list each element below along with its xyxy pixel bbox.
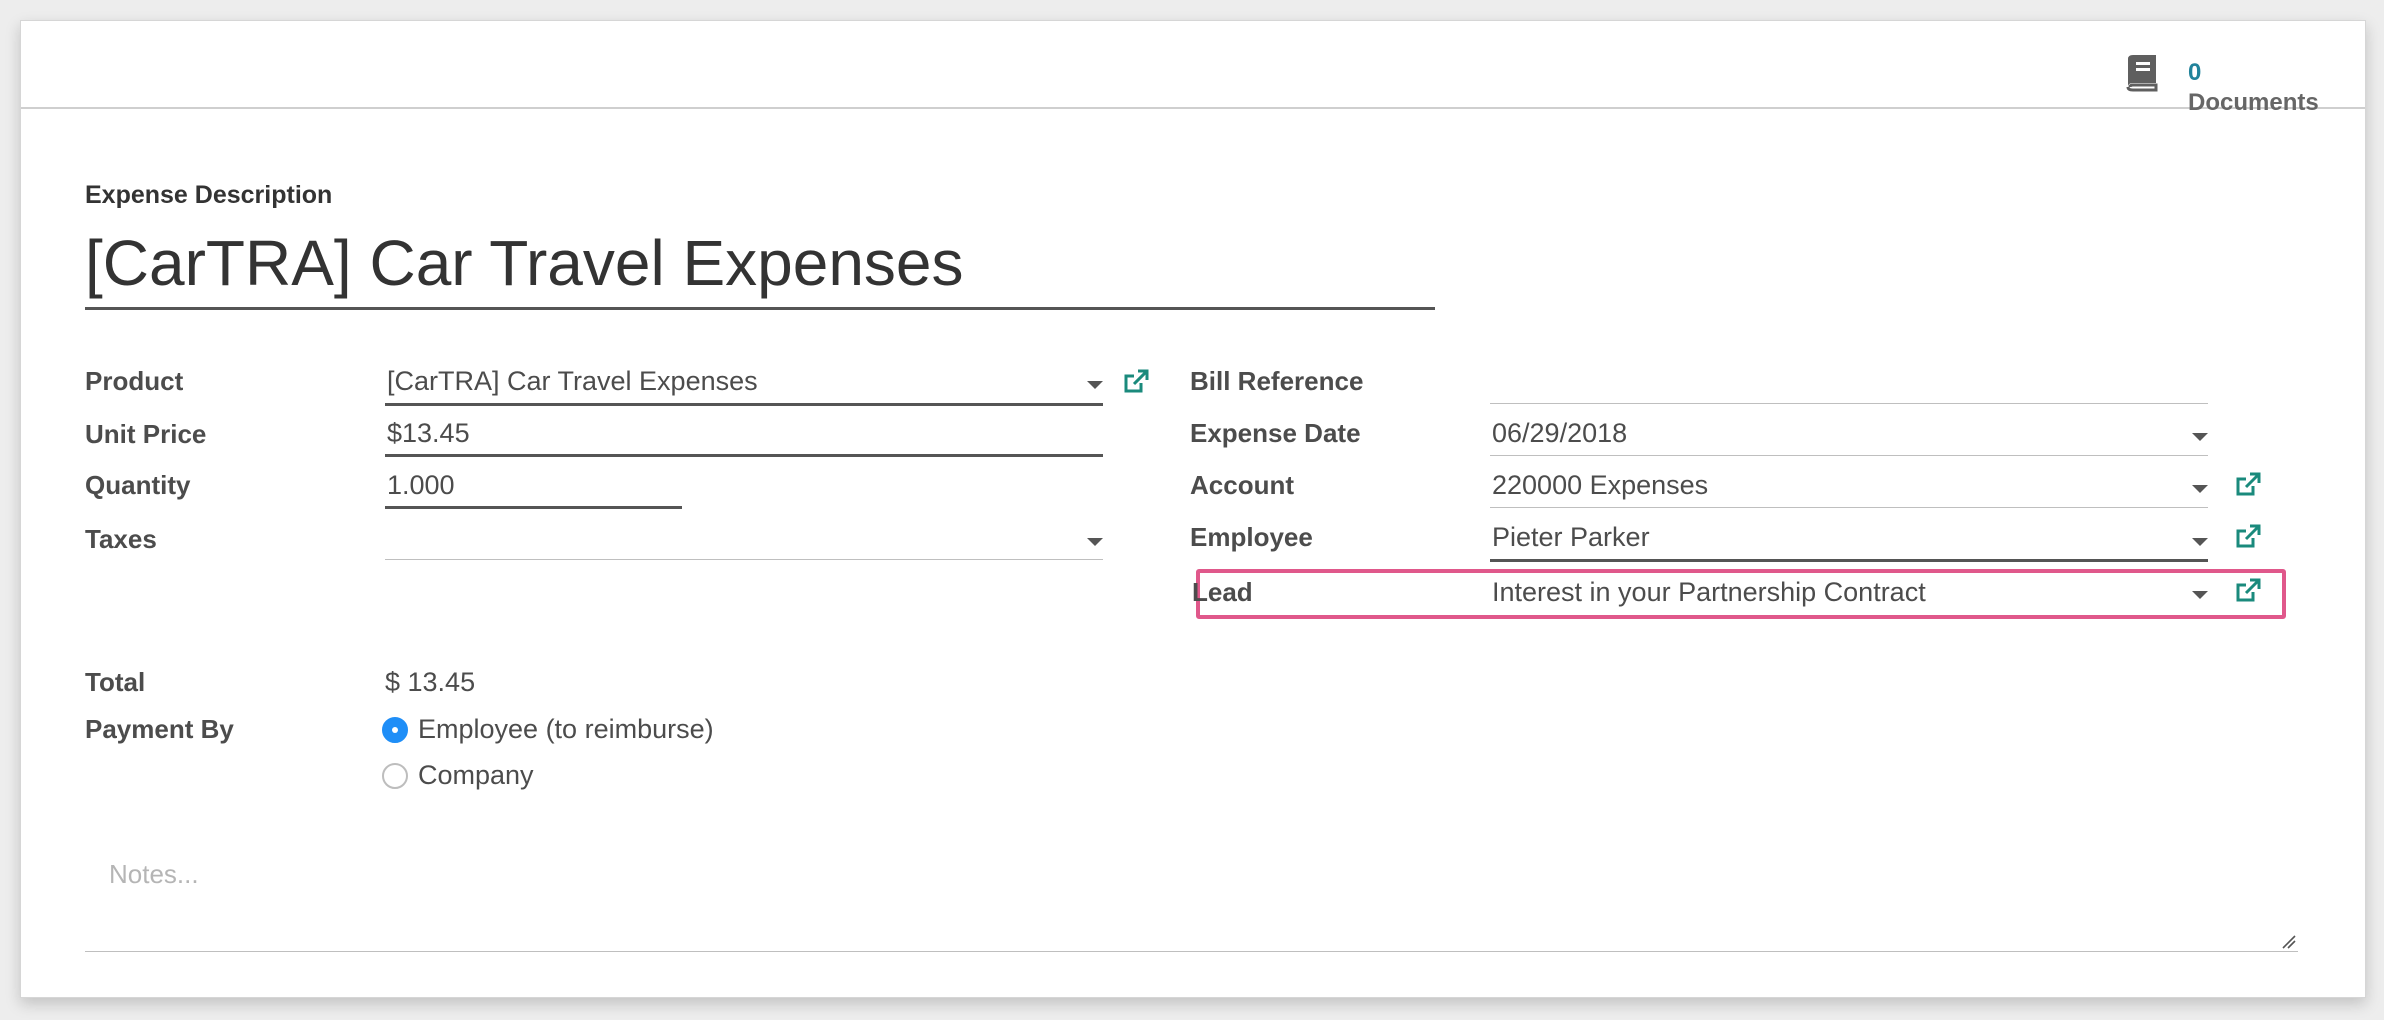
book-icon: [2126, 55, 2158, 92]
payment-company-radio[interactable]: [382, 763, 408, 789]
unit-price-input[interactable]: $13.45: [385, 414, 1103, 457]
account-label: Account: [1190, 470, 1294, 500]
quantity-label: Quantity: [85, 470, 191, 500]
unit-price-label: Unit Price: [85, 419, 207, 449]
notes-placeholder: Notes...: [109, 859, 199, 889]
caret-down-icon: [1087, 381, 1103, 389]
lead-label: Lead: [1192, 577, 1253, 607]
external-link-icon[interactable]: [2233, 522, 2263, 552]
bill-reference-label: Bill Reference: [1190, 366, 1364, 396]
payment-employee-option[interactable]: Employee (to reimburse): [418, 714, 714, 744]
expense-date-input[interactable]: 06/29/2018: [1490, 414, 2208, 456]
caret-down-icon: [1087, 538, 1103, 546]
quantity-value: 1.000: [387, 470, 455, 500]
employee-label: Employee: [1190, 522, 1313, 552]
expense-description-input[interactable]: [CarTRA] Car Travel Expenses: [85, 223, 1435, 310]
resize-grip-icon[interactable]: [2280, 933, 2296, 949]
external-link-icon[interactable]: [2233, 470, 2263, 500]
lead-value: Interest in your Partnership Contract: [1492, 577, 1926, 607]
expense-description-label: Expense Description: [85, 181, 333, 209]
external-link-icon[interactable]: [1121, 367, 1151, 397]
employee-value: Pieter Parker: [1492, 522, 1650, 552]
bill-reference-input[interactable]: [1490, 361, 2208, 404]
expense-date-label: Expense Date: [1190, 418, 1361, 448]
notes-textarea[interactable]: Notes...: [85, 839, 2298, 952]
payment-by-label: Payment By: [85, 714, 234, 744]
account-select[interactable]: 220000 Expenses: [1490, 466, 2208, 508]
payment-employee-radio[interactable]: [382, 717, 408, 743]
taxes-select[interactable]: [385, 518, 1103, 560]
taxes-label: Taxes: [85, 524, 157, 554]
caret-down-icon: [2192, 433, 2208, 441]
caret-down-icon: [2192, 538, 2208, 546]
unit-price-value: $13.45: [387, 418, 470, 448]
documents-smart-button[interactable]: 0 Documents: [2098, 41, 2319, 115]
external-link-icon[interactable]: [2233, 576, 2263, 606]
total-label: Total: [85, 667, 146, 697]
caret-down-icon: [2192, 591, 2208, 599]
total-value: $ 13.45: [385, 667, 476, 697]
button-box: 0 Documents: [21, 21, 2365, 115]
product-select[interactable]: [CarTRA] Car Travel Expenses: [385, 362, 1103, 406]
caret-down-icon: [2192, 485, 2208, 493]
account-value: 220000 Expenses: [1492, 470, 1709, 500]
payment-company-option[interactable]: Company: [418, 760, 534, 790]
form-sheet: 0 Documents Expense Description [CarTRA]…: [20, 20, 2366, 998]
quantity-input[interactable]: 1.000: [385, 466, 682, 509]
expense-date-value: 06/29/2018: [1492, 418, 1628, 448]
lead-select[interactable]: Interest in your Partnership Contract: [1490, 573, 2208, 615]
product-label: Product: [85, 366, 184, 396]
documents-count: 0: [2188, 59, 2202, 86]
documents-label: Documents: [2188, 89, 2319, 116]
product-value: [CarTRA] Car Travel Expenses: [387, 366, 758, 396]
employee-select[interactable]: Pieter Parker: [1490, 518, 2208, 562]
